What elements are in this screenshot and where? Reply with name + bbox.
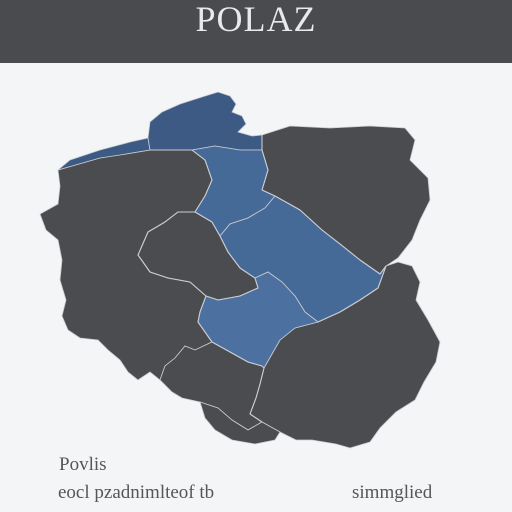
map-area (0, 63, 512, 458)
caption-text-left: eocl pzadnimlteof tb (58, 482, 215, 503)
map-title: POLAZ (195, 0, 317, 39)
title-bar: POLAZ (0, 0, 512, 63)
caption-text-right: simmglied (352, 482, 433, 503)
region-pomorskie (147, 91, 263, 151)
poland-map (39, 91, 441, 449)
legend-label: Povlis (59, 454, 107, 475)
